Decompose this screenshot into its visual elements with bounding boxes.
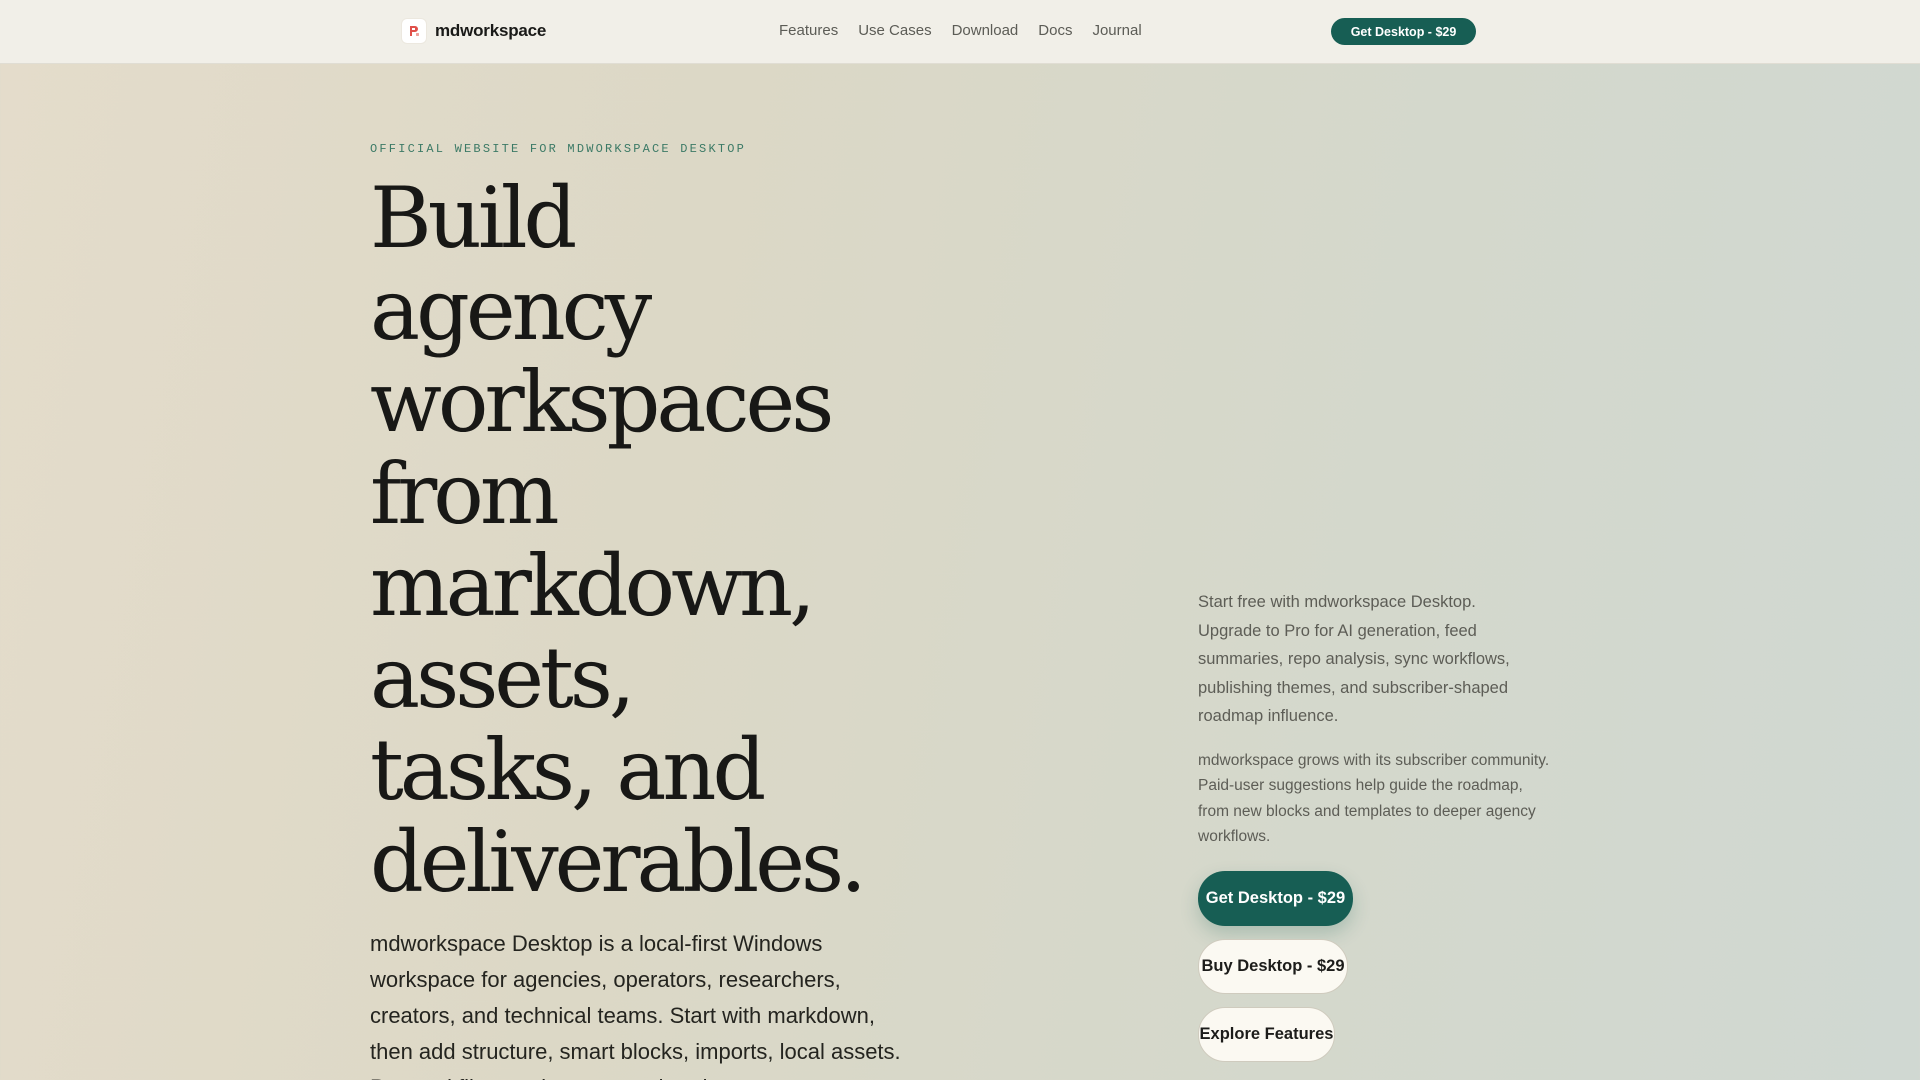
hero-headline: Build agency workspaces from markdown, a… [370,172,970,908]
headline-line: markdown, [370,537,816,635]
hero-side-panel: Start free with mdworkspace Desktop. Upg… [1198,588,1558,850]
explore-features-button[interactable]: Explore Features [1198,1007,1335,1062]
mdworkspace-logo-icon [402,19,426,43]
headline-line: agency [370,261,652,359]
headline-line: deliverables. [370,813,867,911]
headline-line: from [370,445,559,543]
pricing-description: Start free with mdworkspace Desktop. Upg… [1198,593,1510,725]
header-get-desktop-button[interactable]: Get Desktop - $29 [1331,18,1476,45]
nav-item-download[interactable]: Download [952,22,1019,39]
brand[interactable]: mdworkspace [402,19,546,43]
get-desktop-button[interactable]: Get Desktop - $29 [1198,871,1353,926]
nav-item-journal[interactable]: Journal [1092,22,1141,39]
hero-lead-paragraph: mdworkspace Desktop is a local-first Win… [370,931,901,1080]
headline-line: Build [370,169,577,267]
hero-eyebrow: OFFICIAL WEBSITE FOR MDWORKSPACE DESKTOP [370,142,747,156]
main-nav: Features Use Cases Download Docs Journal [779,22,1142,39]
buy-desktop-button[interactable]: Buy Desktop - $29 [1198,939,1348,994]
nav-item-use-cases[interactable]: Use Cases [858,22,931,39]
headline-line: workspaces [370,353,834,451]
top-navigation-bar: mdworkspace Features Use Cases Download … [0,0,1920,64]
nav-item-docs[interactable]: Docs [1038,22,1072,39]
nav-item-features[interactable]: Features [779,22,838,39]
community-description: mdworkspace grows with its subscriber co… [1198,751,1550,846]
headline-line: assets, [370,629,636,727]
brand-name: mdworkspace [435,21,547,40]
headline-line: tasks, and [370,721,766,819]
